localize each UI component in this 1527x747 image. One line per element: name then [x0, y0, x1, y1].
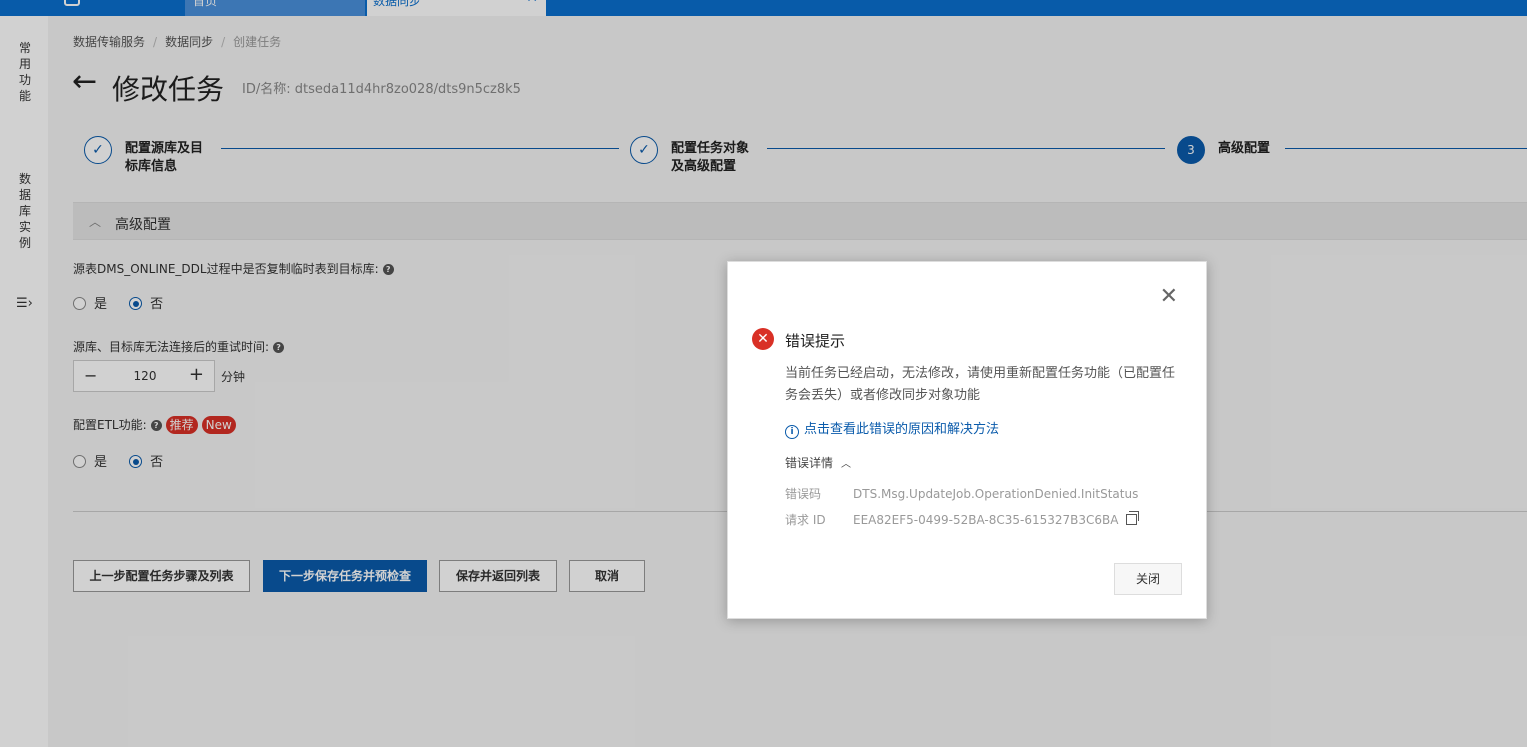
copy-icon[interactable]	[1126, 511, 1140, 525]
close-button[interactable]: 关闭	[1114, 563, 1182, 595]
request-id-value: EEA82EF5-0499-52BA-8C35-615327B3C6BA	[853, 513, 1119, 527]
error-code-value: DTS.Msg.UpdateJob.OperationDenied.InitSt…	[853, 487, 1139, 501]
request-id-row: 请求 ID EEA82EF5-0499-52BA-8C35-615327B3C6B…	[785, 511, 1140, 528]
error-help-link[interactable]: i 点击查看此错误的原因和解决方法	[785, 418, 999, 439]
info-icon: i	[785, 425, 799, 439]
error-icon: ✕	[752, 328, 774, 350]
close-icon[interactable]: ✕	[1160, 286, 1178, 308]
error-details-toggle[interactable]: 错误详情 ︿	[785, 454, 851, 471]
dialog-title: 错误提示	[785, 332, 846, 350]
dialog-message: 当前任务已经启动，无法修改，请使用重新配置任务功能（已配置任务会丢失）或者修改同…	[785, 366, 1176, 403]
error-dialog: ✕ ✕ 错误提示 当前任务已经启动，无法修改，请使用重新配置任务功能（已配置任务…	[727, 261, 1207, 619]
error-code-row: 错误码 DTS.Msg.UpdateJob.OperationDenied.Ini…	[785, 487, 1139, 501]
chevron-up-icon: ︿	[841, 459, 852, 470]
